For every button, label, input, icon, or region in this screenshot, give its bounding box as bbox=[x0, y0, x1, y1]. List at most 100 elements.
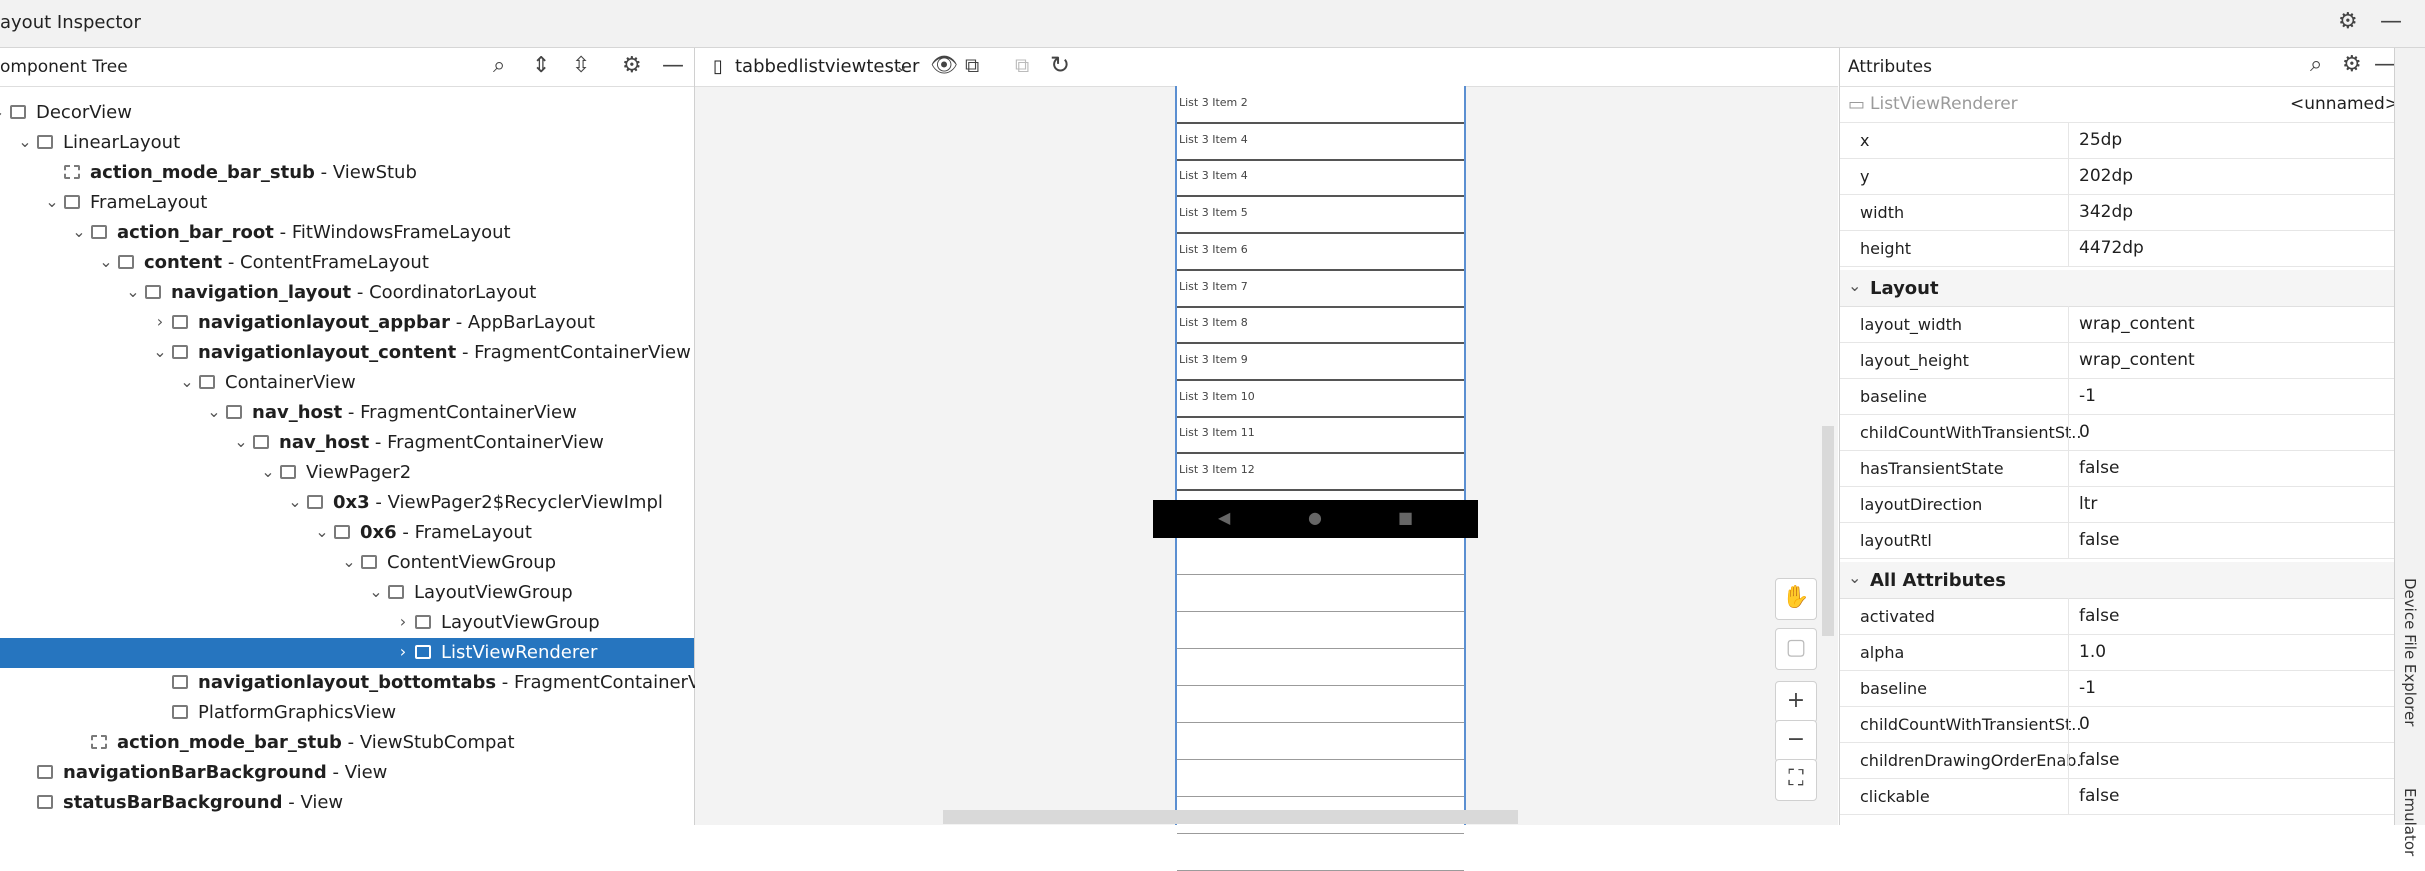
tree-row[interactable]: ⌄ ContainerView bbox=[0, 368, 694, 398]
chevron-down-icon[interactable]: ⌄ bbox=[206, 402, 222, 421]
tree-node-name: action_bar_root bbox=[117, 222, 274, 243]
attribute-row[interactable]: height 4472dp bbox=[1840, 230, 2395, 267]
attribute-row[interactable]: y 202dp bbox=[1840, 158, 2395, 195]
horizontal-scrollbar[interactable] bbox=[943, 810, 1518, 824]
search-icon[interactable]: ⌕ bbox=[2310, 52, 2322, 77]
list-item: List 3 Item 12 bbox=[1177, 453, 1464, 491]
tree-row[interactable]: action_mode_bar_stub - ViewStub bbox=[0, 158, 694, 188]
chevron-down-icon[interactable]: ⌄ bbox=[179, 372, 195, 391]
tree-row[interactable]: ⌄ FrameLayout bbox=[0, 188, 694, 218]
tree-row[interactable]: ⌄ 0x6 - FrameLayout bbox=[0, 518, 694, 548]
attribute-value: 202dp bbox=[2068, 158, 2133, 194]
collapse-all-icon[interactable]: ⇳ bbox=[572, 53, 590, 78]
tree-row[interactable]: ⌄ nav_host - FragmentContainerView bbox=[0, 428, 694, 458]
attribute-row[interactable]: childCountWithTransientSt... 0 bbox=[1840, 414, 2395, 451]
attribute-row[interactable]: childCountWithTransientSt... 0 bbox=[1840, 706, 2395, 743]
emulator-tab[interactable]: Emulator bbox=[2401, 788, 2419, 856]
attribute-value: 4472dp bbox=[2068, 230, 2144, 266]
chevron-down-icon[interactable]: ⌄ bbox=[1848, 276, 1861, 295]
tree-row[interactable]: ⌄ LinearLayout bbox=[0, 128, 694, 158]
pan-icon[interactable]: ✋ bbox=[1775, 578, 1817, 620]
attribute-row[interactable]: x 25dp bbox=[1840, 122, 2395, 159]
chevron-down-icon[interactable]: ⌄ bbox=[0, 102, 6, 121]
tree-row-label: action_mode_bar_stub - ViewStubCompat bbox=[117, 732, 515, 753]
attribute-key: layoutRtl bbox=[1860, 531, 1932, 550]
layout-section-header[interactable]: ⌄ Layout bbox=[1840, 270, 2395, 307]
minimize-icon[interactable]: — bbox=[662, 53, 684, 78]
vertical-scrollbar[interactable] bbox=[1822, 426, 1834, 636]
gear-icon[interactable]: ⚙ bbox=[2342, 52, 2362, 77]
attribute-row[interactable]: layout_height wrap_content bbox=[1840, 342, 2395, 379]
search-icon[interactable]: ⌕ bbox=[493, 53, 505, 78]
tree-row[interactable]: action_mode_bar_stub - ViewStubCompat bbox=[0, 728, 694, 758]
tree-row[interactable]: ⌄ navigationlayout_content - FragmentCont… bbox=[0, 338, 694, 368]
chevron-down-icon[interactable]: ⌄ bbox=[895, 56, 908, 75]
zoom-in-icon[interactable]: + bbox=[1775, 681, 1817, 723]
expand-all-icon[interactable]: ⇕ bbox=[532, 53, 550, 78]
tree-row[interactable]: PlatformGraphicsView bbox=[0, 698, 694, 728]
tree-row[interactable]: ⌄ action_bar_root - FitWindowsFrameLayout bbox=[0, 218, 694, 248]
attribute-row[interactable]: hasTransientState false bbox=[1840, 450, 2395, 487]
attribute-row[interactable]: activated false bbox=[1840, 598, 2395, 635]
attribute-row[interactable]: baseline -1 bbox=[1840, 378, 2395, 415]
device-selector[interactable]: tabbedlistviewtester bbox=[735, 56, 919, 77]
chevron-down-icon[interactable]: ⌄ bbox=[1848, 568, 1861, 587]
tree-row[interactable]: ⌄ DecorView bbox=[0, 98, 694, 128]
tree-node-name: PlatformGraphicsView bbox=[198, 702, 397, 723]
tree-row-label: navigation_layout - CoordinatorLayout bbox=[171, 282, 536, 303]
minimize-icon[interactable]: — bbox=[2380, 9, 2402, 34]
chevron-down-icon[interactable]: ⌄ bbox=[314, 522, 330, 541]
layer-icon[interactable]: ⧉ bbox=[1015, 53, 1029, 77]
chevron-right-icon[interactable]: › bbox=[395, 642, 411, 661]
chevron-down-icon[interactable]: ⌄ bbox=[260, 462, 276, 481]
fit-screen-icon[interactable]: ⛶ bbox=[1775, 759, 1817, 801]
tree-row[interactable]: ⌄ ViewPager2 bbox=[0, 458, 694, 488]
zoom-out-icon[interactable]: − bbox=[1775, 720, 1817, 762]
chevron-down-icon[interactable]: ⌄ bbox=[341, 552, 357, 571]
chevron-down-icon[interactable]: ⌄ bbox=[71, 222, 87, 241]
chevron-down-icon[interactable]: ⌄ bbox=[125, 282, 141, 301]
attribute-row[interactable]: layout_width wrap_content bbox=[1840, 306, 2395, 343]
tree-row[interactable]: navigationBarBackground - View bbox=[0, 758, 694, 788]
attribute-row[interactable]: width 342dp bbox=[1840, 194, 2395, 231]
tree-row[interactable]: › LayoutViewGroup bbox=[0, 608, 694, 638]
gear-icon[interactable]: ⚙ bbox=[2338, 9, 2358, 34]
tree-row[interactable]: statusBarBackground - View bbox=[0, 788, 694, 818]
tree-row[interactable]: ⌄ navigation_layout - CoordinatorLayout bbox=[0, 278, 694, 308]
chevron-down-icon[interactable]: ⌄ bbox=[17, 132, 33, 151]
tree-row[interactable]: navigationlayout_bottomtabs - FragmentCo… bbox=[0, 668, 731, 698]
attribute-row[interactable]: childrenDrawingOrderEnab... false bbox=[1840, 742, 2395, 779]
chevron-down-icon[interactable]: ⌄ bbox=[98, 252, 114, 271]
chevron-right-icon[interactable]: › bbox=[152, 312, 168, 331]
list-item-label: List 3 Item 9 bbox=[1179, 352, 1248, 366]
tree-row[interactable]: ⌄ 0x3 - ViewPager2$RecyclerViewImpl bbox=[0, 488, 694, 518]
device-file-explorer-tab[interactable]: Device File Explorer bbox=[2401, 578, 2419, 726]
tree-row[interactable]: ⌄ content - ContentFrameLayout bbox=[0, 248, 694, 278]
tree-row[interactable]: ⌄ LayoutViewGroup bbox=[0, 578, 694, 608]
tree-row[interactable]: › navigationlayout_appbar - AppBarLayout bbox=[0, 308, 694, 338]
attribute-row[interactable]: baseline -1 bbox=[1840, 670, 2395, 707]
tree-row[interactable]: › ListViewRenderer bbox=[0, 638, 694, 668]
tree-row[interactable]: ⌄ ContentViewGroup bbox=[0, 548, 694, 578]
live-updates-icon[interactable]: ⧉ bbox=[965, 53, 979, 77]
refresh-icon[interactable]: ↻ bbox=[1050, 51, 1070, 79]
viewport-toolbar: ▯ tabbedlistviewtester ⌄ 👁 ⧉ ⧉ ↻ bbox=[695, 48, 1838, 87]
tree-node-name: content bbox=[144, 252, 223, 273]
layer-view-icon[interactable]: ▢ bbox=[1775, 628, 1817, 670]
all-attributes-section-header[interactable]: ⌄ All Attributes bbox=[1840, 562, 2395, 599]
attribute-row[interactable]: layoutDirection ltr bbox=[1840, 486, 2395, 523]
chevron-down-icon[interactable]: ⌄ bbox=[233, 432, 249, 451]
tree-row[interactable]: ⌄ nav_host - FragmentContainerView bbox=[0, 398, 694, 428]
chevron-down-icon[interactable]: ⌄ bbox=[368, 582, 384, 601]
chevron-down-icon[interactable]: ⌄ bbox=[44, 192, 60, 211]
chevron-down-icon[interactable]: ⌄ bbox=[287, 492, 303, 511]
chevron-right-icon[interactable]: › bbox=[395, 612, 411, 631]
gear-icon[interactable]: ⚙ bbox=[622, 53, 642, 78]
tree-row-label: ViewPager2 bbox=[306, 462, 411, 483]
attribute-row[interactable]: alpha 1.0 bbox=[1840, 634, 2395, 671]
eye-icon[interactable]: 👁 bbox=[930, 53, 958, 78]
attribute-row[interactable]: layoutRtl false bbox=[1840, 522, 2395, 559]
minimize-icon[interactable]: — bbox=[2374, 52, 2396, 77]
chevron-down-icon[interactable]: ⌄ bbox=[152, 342, 168, 361]
attribute-row[interactable]: clickable false bbox=[1840, 778, 2395, 815]
